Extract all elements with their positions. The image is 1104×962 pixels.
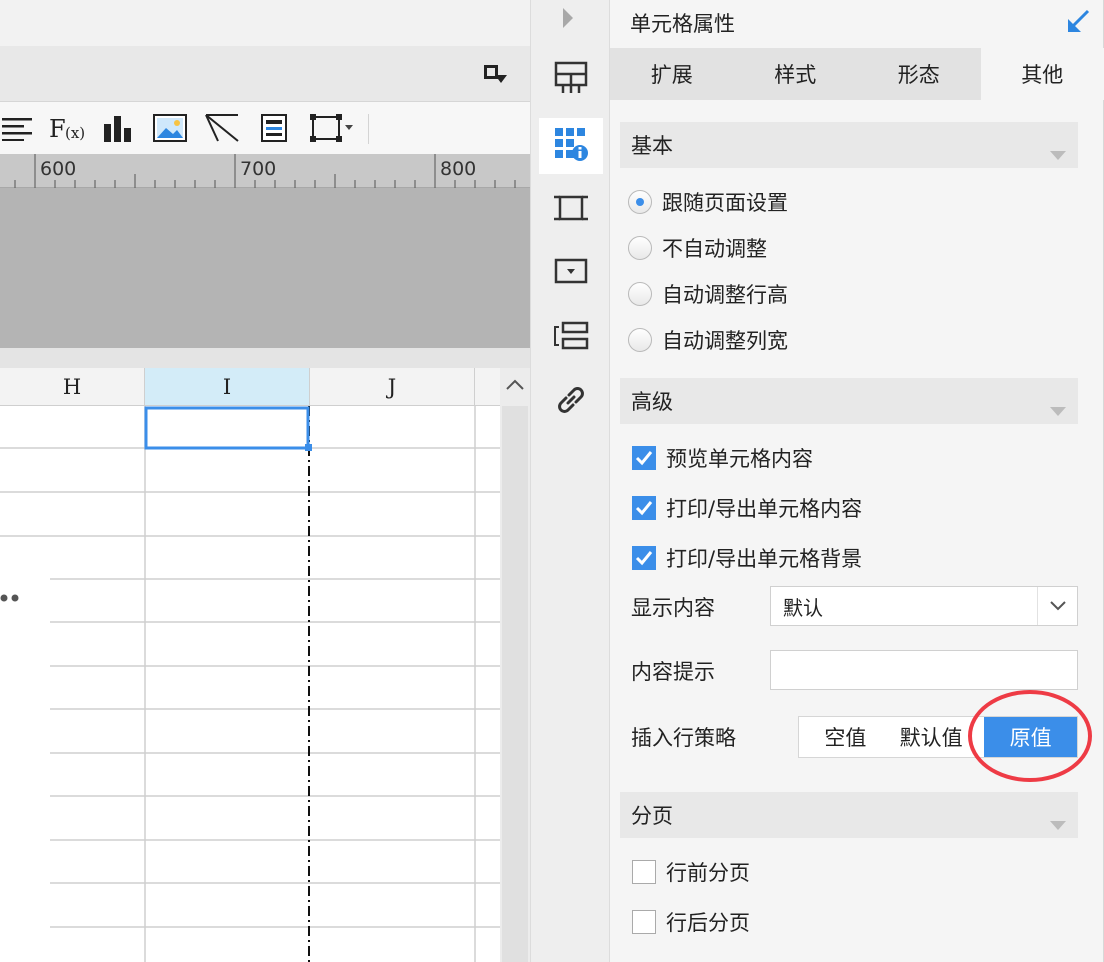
display-content-label: 显示内容 [631, 596, 715, 620]
ruler-label: 700 [240, 158, 277, 180]
display-content-select[interactable]: 默认 [770, 586, 1078, 626]
radio-auto-row-height[interactable]: 自动调整行高 [628, 278, 788, 310]
checkbox-page-break-after[interactable]: 行后分页 [632, 906, 750, 938]
ruler-label: 800 [440, 158, 477, 180]
toolbar-separator [368, 114, 369, 144]
scroll-up-icon[interactable] [500, 368, 530, 402]
border-frame-icon [554, 191, 588, 229]
sidebar-item-condition[interactable] [539, 310, 603, 366]
sidebar-item-border[interactable] [539, 182, 603, 238]
tab-expand[interactable]: 扩展 [610, 48, 734, 100]
chevron-down-icon[interactable] [1037, 587, 1077, 625]
grid-top-strip [0, 348, 530, 368]
checkbox-preview-content[interactable]: 预览单元格内容 [632, 442, 813, 474]
checkbox-page-break-before[interactable]: 行前分页 [632, 856, 750, 888]
grid-lines [0, 406, 500, 962]
align-left-icon[interactable] [0, 112, 34, 144]
radio-button[interactable] [628, 282, 652, 306]
column-header-j[interactable]: J [310, 368, 475, 406]
radio-no-auto-adjust[interactable]: 不自动调整 [628, 232, 767, 264]
formula-icon[interactable]: F (x) [46, 112, 86, 144]
horizontal-ruler: 600 700 800 [0, 154, 530, 188]
section-title: 基本 [631, 134, 673, 158]
section-basic-header[interactable]: 基本 [620, 122, 1078, 168]
column-header-filler [475, 368, 500, 406]
svg-text:F: F [49, 115, 66, 142]
cell-properties-panel: 单元格属性 扩展 样式 形态 其他 基本 跟随页面设置 不自动调整 自动调整行高… [610, 0, 1104, 962]
checkbox[interactable] [632, 446, 656, 470]
hyperlink-icon [554, 383, 588, 421]
radio-button[interactable] [628, 190, 652, 214]
ruler-label: 600 [40, 158, 77, 180]
radio-auto-column-width[interactable]: 自动调整列宽 [628, 324, 788, 356]
scrollbar-track[interactable] [502, 406, 528, 962]
sidebar-item-widget[interactable] [539, 246, 603, 302]
sidebar-item-hyperlink[interactable] [539, 374, 603, 430]
sidebar-item-expand[interactable] [539, 52, 603, 108]
title-bar-blank [0, 0, 530, 46]
panel-tabs: 扩展 样式 形态 其他 [610, 48, 1104, 100]
insert-row-policy-label: 插入行策略 [631, 726, 736, 750]
report-designer: F (x) 600 700 800 H I J [0, 0, 530, 962]
chevron-down-icon [1050, 811, 1066, 835]
checkbox-print-background[interactable]: 打印/导出单元格背景 [632, 542, 862, 574]
checkbox[interactable] [632, 860, 656, 884]
panel-title: 单元格属性 [630, 12, 735, 36]
cell-grid[interactable]: H I J [0, 368, 500, 962]
insert-toolbar: F (x) [0, 102, 530, 154]
section-advanced-header[interactable]: 高级 [620, 378, 1078, 424]
tab-form[interactable]: 形态 [857, 48, 981, 100]
image-icon[interactable] [152, 112, 188, 144]
insert-policy-empty-button[interactable]: 空值 [799, 717, 892, 757]
collapse-arrow-icon[interactable] [561, 6, 575, 34]
chevron-down-icon [1050, 141, 1066, 165]
svg-text:(x): (x) [65, 124, 85, 142]
radio-button[interactable] [628, 236, 652, 260]
border-dropdown-icon[interactable] [308, 112, 358, 144]
checkbox[interactable] [632, 910, 656, 934]
content-tooltip-label: 内容提示 [631, 660, 715, 684]
sidebar-item-cell-attribute[interactable] [539, 118, 603, 174]
chevron-down-icon [1050, 397, 1066, 421]
tab-style[interactable]: 样式 [734, 48, 858, 100]
template-bar [0, 46, 530, 102]
insert-row-policy-segmented: 空值 默认值 原值 [798, 716, 1078, 758]
cell-expand-icon [554, 61, 588, 99]
section-title: 高级 [631, 390, 673, 414]
sub-report-icon[interactable] [258, 112, 290, 144]
slash-cell-icon[interactable] [204, 112, 240, 144]
tab-other[interactable]: 其他 [980, 48, 1104, 100]
radio-follow-page[interactable]: 跟随页面设置 [628, 186, 788, 218]
insert-policy-original-button[interactable]: 原值 [984, 717, 1077, 757]
column-header-h[interactable]: H [0, 368, 145, 406]
vertical-scrollbar[interactable] [500, 368, 530, 962]
content-tooltip-input[interactable] [770, 650, 1078, 690]
condition-icon [553, 321, 589, 355]
float-panel-icon[interactable] [1066, 8, 1090, 38]
column-header-i[interactable]: I [145, 368, 310, 406]
section-paging-header[interactable]: 分页 [620, 792, 1078, 838]
select-value: 默认 [783, 595, 823, 620]
section-title: 分页 [631, 804, 673, 828]
radio-button[interactable] [628, 328, 652, 352]
checkbox[interactable] [632, 496, 656, 520]
chart-icon[interactable] [100, 112, 136, 144]
widget-icon [554, 258, 588, 290]
cell-attribute-icon [553, 126, 589, 166]
page-margin-area [0, 188, 530, 348]
property-sidebar [530, 0, 610, 962]
checkbox-print-content[interactable]: 打印/导出单元格内容 [632, 492, 862, 524]
checkbox[interactable] [632, 546, 656, 570]
dropdown-corner-icon[interactable] [483, 64, 509, 90]
insert-policy-default-button[interactable]: 默认值 [892, 717, 985, 757]
